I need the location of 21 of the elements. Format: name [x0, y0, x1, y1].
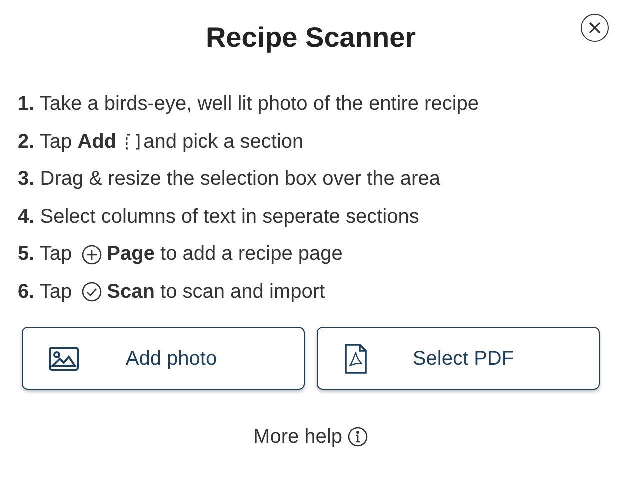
dialog-title: Recipe Scanner [206, 21, 416, 55]
step-text: Page to add a recipe page [107, 242, 343, 267]
pdf-file-icon [344, 344, 368, 374]
step-text: 2. Tap Add [18, 130, 117, 154]
step-text: 1. Take a birds-eye, well lit photo of the entire recipe [18, 92, 480, 117]
step-text: 3. Drag & resize the selection box over the area [18, 167, 440, 192]
step-text: Scan to scan and import [107, 280, 326, 304]
close-icon [589, 22, 601, 34]
bracket-icon [126, 133, 140, 152]
more-help-link[interactable]: More help [254, 422, 342, 452]
plus-circle-icon [82, 244, 102, 265]
close-button[interactable] [581, 14, 609, 42]
select-pdf-button[interactable]: Select PDF [317, 327, 600, 390]
step-text: and pick a section [144, 130, 304, 154]
step-text: 6. Tap [18, 280, 72, 304]
add-photo-button[interactable]: Add photo [22, 327, 305, 390]
image-icon [49, 346, 79, 370]
info-icon[interactable] [348, 427, 368, 447]
step-text: 4. Select columns of text in seperate sections [18, 204, 420, 230]
check-circle-icon [82, 282, 102, 302]
step-text: 5. Tap [18, 242, 72, 267]
